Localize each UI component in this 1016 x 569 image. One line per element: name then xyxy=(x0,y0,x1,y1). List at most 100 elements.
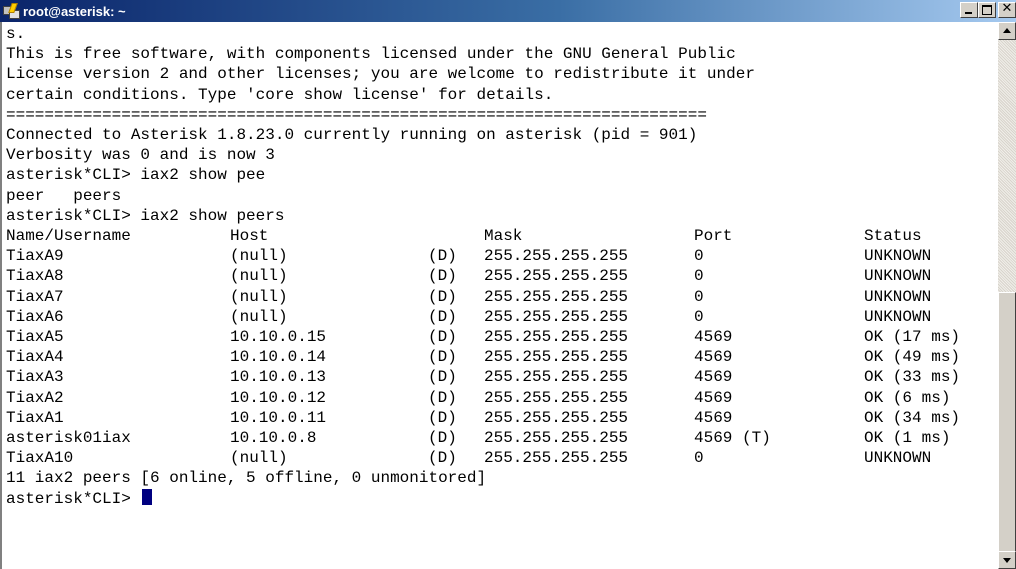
arrow-up-icon xyxy=(1003,28,1011,33)
peer-mask-cell: 255.255.255.255 xyxy=(484,307,629,326)
peer-status-cell: UNKNOWN xyxy=(864,287,932,306)
peer-dyn-cell: (D) xyxy=(428,429,457,447)
peer-name-cell: TiaxA10 xyxy=(6,449,74,468)
peer-host-cell: (null) xyxy=(230,287,288,306)
peer-dyn-cell: (D) xyxy=(428,388,457,407)
peer-dyn-cell: (D) xyxy=(428,449,457,468)
vertical-scrollbar[interactable] xyxy=(998,22,1016,569)
peer-port-cell: 4569 xyxy=(694,348,733,367)
peer-dyn-cell: (D) xyxy=(428,328,457,346)
peer-port-cell: 4569 xyxy=(694,388,733,407)
peers-table-row: TiaxA1 10.10.0.11 (D) 255.255.255.255 4569 OK… xyxy=(6,408,996,428)
close-icon: ✕ xyxy=(1001,1,1013,16)
maximize-icon xyxy=(982,5,992,15)
maximize-button[interactable] xyxy=(978,2,996,18)
peer-mask-cell: 255.255.255.255 xyxy=(484,449,629,468)
peer-status-cell: OK (49 ms) xyxy=(864,348,961,367)
scroll-down-button[interactable] xyxy=(998,551,1016,569)
peer-port-cell: 4569 xyxy=(694,408,733,427)
terminal-line: ========================================… xyxy=(6,105,707,124)
peer-status-cell: OK (1 ms) xyxy=(864,429,951,447)
peer-port-cell: 0 xyxy=(694,287,704,306)
peers-table-row: TiaxA6 (null) (D) 255.255.255.255 0 UNKNOWN xyxy=(6,307,996,327)
peer-status-cell: UNKNOWN xyxy=(864,267,932,286)
terminal-line: asterisk*CLI> iax2 show pee xyxy=(6,166,266,185)
peer-port-cell: 0 xyxy=(694,449,704,468)
peer-name-cell: TiaxA7 xyxy=(6,287,64,306)
peer-host-cell: (null) xyxy=(230,307,288,326)
close-button[interactable]: ✕ xyxy=(998,1,1016,18)
scrollbar-thumb[interactable] xyxy=(998,292,1016,552)
putty-terminal-icon[interactable] xyxy=(3,3,20,19)
peers-table-row: TiaxA2 10.10.0.12 (D) 255.255.255.255 4569 OK… xyxy=(6,388,996,408)
peer-port-cell: 4569 (T) xyxy=(694,429,771,447)
peer-mask-cell: 255.255.255.255 xyxy=(484,368,629,387)
terminal-line: Verbosity was 0 and is now 3 xyxy=(6,146,275,165)
title-bar[interactable]: root@asterisk: ~ ✕ xyxy=(0,0,1016,22)
peer-mask-cell: 255.255.255.255 xyxy=(484,388,629,407)
peer-status-cell: OK (33 ms) xyxy=(864,368,961,387)
peer-name-cell: TiaxA6 xyxy=(6,307,64,326)
peer-port-cell: 4569 xyxy=(694,368,733,387)
peer-mask-cell: 255.255.255.255 xyxy=(484,408,629,427)
peer-port-cell: 0 xyxy=(694,247,704,266)
terminal-window: root@asterisk: ~ ✕ s. This is free softwa… xyxy=(0,0,1016,569)
window-controls: ✕ xyxy=(960,1,1016,18)
peer-mask-cell: 255.255.255.255 xyxy=(484,328,629,346)
peer-host-cell: 10.10.0.11 xyxy=(230,408,327,427)
peer-host-cell: (null) xyxy=(230,247,288,266)
peer-dyn-cell: (D) xyxy=(428,307,457,326)
minimize-button[interactable] xyxy=(960,2,978,18)
peers-table-row: TiaxA10 (null) (D) 255.255.255.255 0 UNKNOWN xyxy=(6,448,996,468)
peer-name-cell: TiaxA1 xyxy=(6,408,64,427)
window-title: root@asterisk: ~ xyxy=(23,3,126,19)
peer-dyn-cell: (D) xyxy=(428,368,457,387)
peer-dyn-cell: (D) xyxy=(428,348,457,367)
peer-mask-cell: 255.255.255.255 xyxy=(484,429,629,447)
peers-table-row: TiaxA7 (null) (D) 255.255.255.255 0 UNKNOWN xyxy=(6,287,996,307)
peer-port-cell: 0 xyxy=(694,267,704,286)
peer-status-cell: OK (17 ms) xyxy=(864,328,961,346)
peer-host-cell: 10.10.0.14 xyxy=(230,348,327,367)
terminal-line: certain conditions. Type 'core show lice… xyxy=(6,85,554,104)
peers-table-row: asterisk01iax 10.10.0.8 (D) 255.255.255.255… xyxy=(6,428,996,448)
peer-dyn-cell: (D) xyxy=(428,267,457,286)
peer-name-cell: TiaxA5 xyxy=(6,328,64,346)
cli-prompt: asterisk*CLI> xyxy=(6,489,141,508)
peer-host-cell: Host xyxy=(230,227,269,245)
peer-port-cell: 0 xyxy=(694,307,704,326)
terminal-line: This is free software, with components l… xyxy=(6,45,736,64)
peers-table-row: TiaxA9 (null) (D) 255.255.255.255 0 UNKNOWN xyxy=(6,246,996,266)
peer-name-cell: TiaxA2 xyxy=(6,388,64,407)
text-cursor xyxy=(142,488,153,505)
peers-table-row: TiaxA5 10.10.0.15 (D) 255.255.255.255 4569 OK… xyxy=(6,327,996,347)
peers-table-row: TiaxA4 10.10.0.14 (D) 255.255.255.255 4569 OK… xyxy=(6,347,996,367)
peer-status-cell: UNKNOWN xyxy=(864,307,932,326)
terminal-line: Connected to Asterisk 1.8.23.0 currently… xyxy=(6,126,698,144)
peers-table-header: Name/Username Host Mask Port Status xyxy=(6,226,996,246)
peer-mask-cell: 255.255.255.255 xyxy=(484,287,629,306)
terminal-line: peer peers xyxy=(6,186,122,205)
arrow-down-icon xyxy=(1003,558,1011,563)
terminal-line: License version 2 and other licenses; yo… xyxy=(6,65,755,84)
peer-host-cell: 10.10.0.13 xyxy=(230,368,327,387)
peer-host-cell: (null) xyxy=(230,449,288,468)
peer-name-cell: Name/Username xyxy=(6,227,131,245)
peer-status-cell: OK (34 ms) xyxy=(864,408,961,427)
peer-status-cell: Status xyxy=(864,227,922,245)
peer-mask-cell: 255.255.255.255 xyxy=(484,267,629,286)
cli-prompt-line[interactable]: asterisk*CLI> xyxy=(6,488,153,509)
scroll-up-button[interactable] xyxy=(998,22,1016,40)
peer-mask-cell: 255.255.255.255 xyxy=(484,247,629,266)
peer-name-cell: TiaxA8 xyxy=(6,267,64,286)
peer-dyn-cell: (D) xyxy=(428,408,457,427)
minimize-icon xyxy=(965,12,972,14)
peer-name-cell: TiaxA4 xyxy=(6,348,64,367)
peers-summary-line: 11 iax2 peers [6 online, 5 offline, 0 un… xyxy=(6,469,487,488)
peer-mask-cell: 255.255.255.255 xyxy=(484,348,629,367)
terminal-output[interactable]: s. This is free software, with components… xyxy=(0,22,1000,569)
peer-port-cell: 4569 xyxy=(694,328,733,346)
peer-name-cell: TiaxA9 xyxy=(6,247,64,266)
peer-status-cell: OK (6 ms) xyxy=(864,388,951,407)
peer-name-cell: asterisk01iax xyxy=(6,429,131,447)
